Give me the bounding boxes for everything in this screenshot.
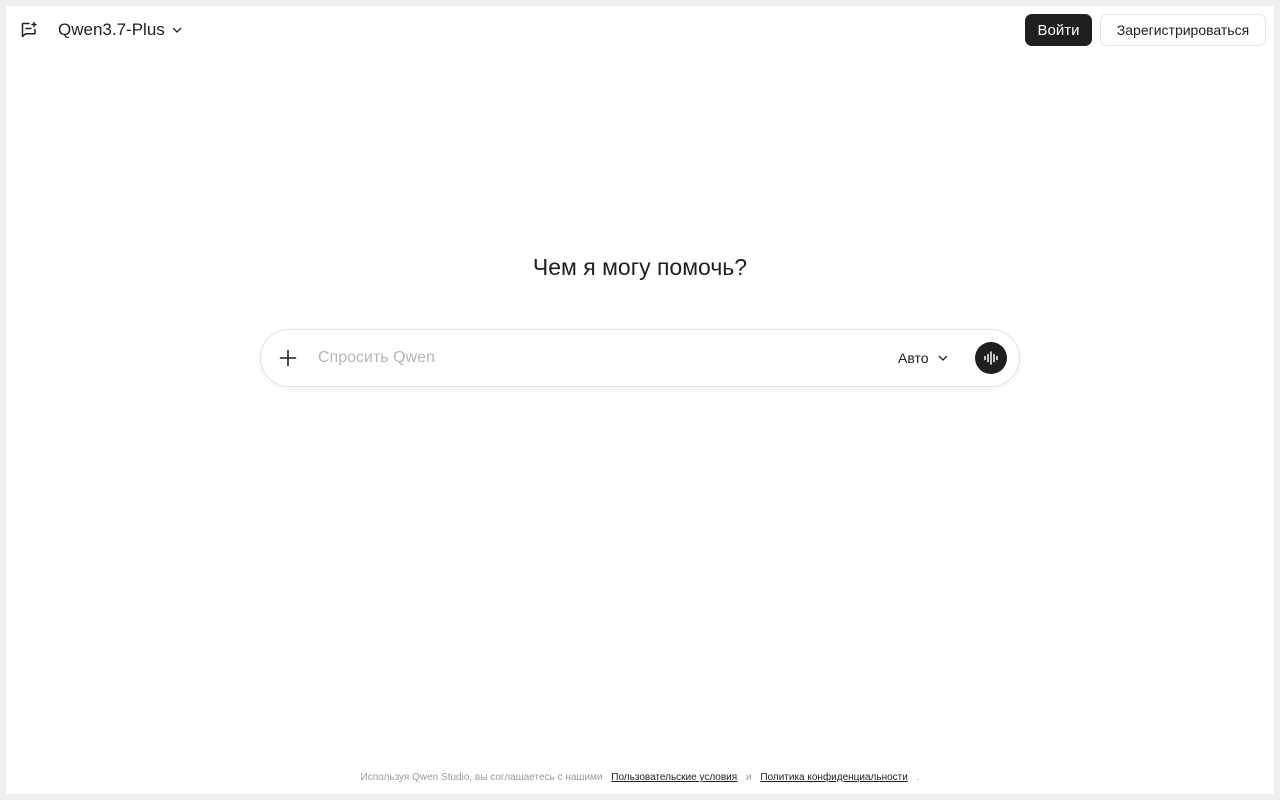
privacy-link[interactable]: Политика конфиденциальности: [760, 772, 908, 783]
mode-selector[interactable]: Авто: [898, 347, 949, 369]
page-heading: Чем я могу помочь?: [532, 254, 748, 280]
app-window: Qwen3.7-Plus Войти Зарегистрироваться Че…: [6, 6, 1274, 794]
chat-composer: Авто: [260, 329, 1020, 387]
new-chat-button[interactable]: [19, 20, 39, 40]
signup-button[interactable]: Зарегистрироваться: [1100, 14, 1266, 46]
footer-suffix: .: [916, 772, 920, 783]
login-button[interactable]: Войти: [1025, 14, 1092, 46]
chevron-down-icon: [938, 355, 947, 361]
plus-icon: [279, 349, 297, 367]
legal-footer: Используя Qwen Studio, вы соглашаетесь с…: [6, 772, 1274, 783]
chevron-down-icon: [172, 27, 181, 33]
voice-waveform-icon: [984, 351, 998, 365]
footer-text: Используя Qwen Studio, вы соглашаетесь с…: [360, 772, 603, 783]
prompt-input[interactable]: [318, 346, 878, 370]
model-name: Qwen3.7-Plus: [58, 20, 165, 39]
footer-and: и: [745, 772, 752, 783]
mode-label: Авто: [898, 350, 929, 366]
attach-button[interactable]: [275, 345, 301, 371]
model-selector[interactable]: Qwen3.7-Plus: [58, 18, 183, 42]
terms-link[interactable]: Пользовательские условия: [611, 772, 737, 783]
voice-input-button[interactable]: [975, 342, 1007, 374]
new-chat-icon: [21, 21, 37, 38]
